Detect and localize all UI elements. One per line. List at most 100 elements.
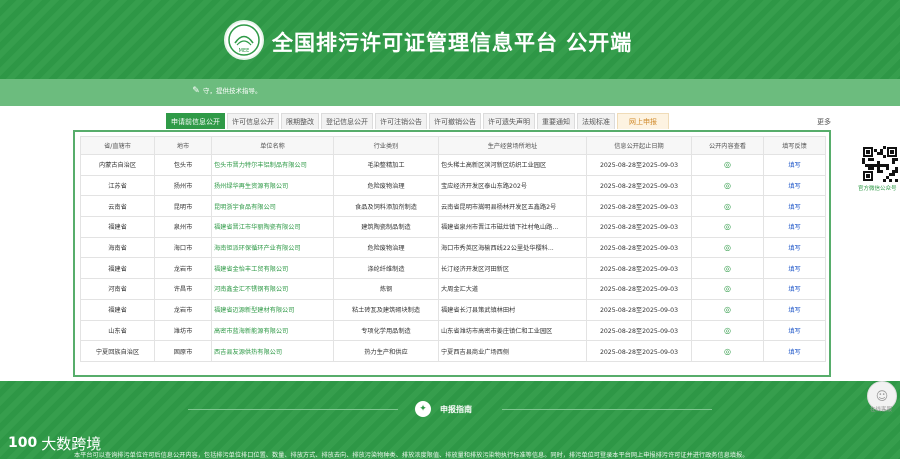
view-icon[interactable]: ◎	[724, 222, 731, 231]
cell-feedback: 填写	[763, 216, 826, 238]
watermark: 100 大数跨境	[8, 431, 101, 455]
cell-feedback: 填写	[763, 340, 826, 362]
fill-feedback-link[interactable]: 填写	[788, 162, 800, 169]
tab-0[interactable]: 申请前信息公开	[166, 113, 225, 129]
qr-label: 官方微信公众号	[858, 186, 897, 192]
cell-feedback: 填写	[763, 278, 826, 300]
tab-7[interactable]: 重要通知	[537, 113, 575, 129]
guide-divider-right	[502, 409, 712, 410]
cell-address: 大周金汇大道	[438, 278, 587, 300]
cell-view[interactable]: ◎	[691, 195, 764, 218]
cell-feedback: 填写	[763, 236, 826, 259]
watermark-text: 大数跨境	[41, 434, 102, 453]
cell-company[interactable]: 西吉县友源供热有限公司	[211, 340, 334, 362]
cell-industry: 毛染整精加工	[333, 154, 439, 176]
cell-address: 长汀经济开发区河田新区	[438, 257, 587, 280]
tab-3[interactable]: 登记信息公开	[321, 113, 373, 129]
column-header: 生产经营场所地址	[438, 136, 587, 155]
cell-dates: 2025-08-28至2025-09-03	[586, 257, 692, 280]
column-header: 公开内容查看	[691, 136, 764, 155]
fill-feedback-link[interactable]: 填写	[788, 183, 800, 190]
fill-feedback-link[interactable]: 填写	[788, 328, 800, 335]
more-link[interactable]: 更多	[817, 117, 831, 127]
cell-company[interactable]: 福建省晋江市华丽陶瓷有限公司	[211, 216, 334, 238]
view-icon[interactable]: ◎	[724, 181, 731, 190]
view-icon[interactable]: ◎	[724, 326, 731, 335]
fill-feedback-link[interactable]: 填写	[788, 307, 800, 314]
view-icon[interactable]: ◎	[724, 160, 731, 169]
cell-view[interactable]: ◎	[691, 174, 764, 197]
info-tabs: 申请前信息公开 许可信息公开 限期整改 登记信息公开 许可注销公告 许可撤销公告 许可遗失声…	[166, 113, 669, 130]
tab-4[interactable]: 许可注销公告	[375, 113, 427, 129]
cell-address: 云南省昆明市嵩明县杨林开发区五鑫路2号	[438, 195, 587, 218]
mee-logo-icon[interactable]: MEE	[224, 20, 264, 60]
cell-province: 云南省	[80, 195, 155, 218]
cell-view[interactable]: ◎	[691, 154, 764, 176]
cell-view[interactable]: ◎	[691, 236, 764, 259]
fill-feedback-link[interactable]: 填写	[788, 245, 800, 252]
cell-city: 泉州市	[154, 216, 212, 238]
cell-address: 宝应经济开发区泰山东路202号	[438, 174, 587, 197]
fill-feedback-link[interactable]: 填写	[788, 224, 800, 231]
table-row: 宁夏回族自治区 固原市 西吉县友源供热有限公司 热力生产和供应 宁夏西吉县商业广场西侧 2…	[80, 340, 826, 362]
cell-company[interactable]: 高密市蓝海新能源有限公司	[211, 319, 334, 342]
cell-province: 海南省	[80, 236, 155, 259]
notice-bar	[0, 79, 900, 106]
cell-view[interactable]: ◎	[691, 278, 764, 300]
cell-feedback: 填写	[763, 154, 826, 176]
cell-company[interactable]: 包头市晋力特尔丰铝制品有限公司	[211, 154, 334, 176]
guide-title[interactable]: 申报指南	[440, 404, 472, 415]
fill-feedback-link[interactable]: 填写	[788, 349, 800, 356]
cell-city: 许昌市	[154, 278, 212, 300]
table-row: 山东省 潍坊市 高密市蓝海新能源有限公司 专项化学用品制造 山东省潍坊市高密市姜庄镇仁和…	[80, 319, 826, 342]
cell-province: 福建省	[80, 298, 155, 321]
cell-province: 内蒙古自治区	[80, 154, 155, 176]
cell-view[interactable]: ◎	[691, 216, 764, 238]
cell-view[interactable]: ◎	[691, 340, 764, 362]
view-icon[interactable]: ◎	[724, 347, 731, 356]
cell-dates: 2025-08-28至2025-09-03	[586, 236, 692, 259]
tab-8[interactable]: 法规标准	[577, 113, 615, 129]
cell-view[interactable]: ◎	[691, 298, 764, 321]
cell-dates: 2025-08-28至2025-09-03	[586, 174, 692, 197]
cell-dates: 2025-08-28至2025-09-03	[586, 298, 692, 321]
cell-dates: 2025-08-28至2025-09-03	[586, 278, 692, 300]
cell-dates: 2025-08-28至2025-09-03	[586, 216, 692, 238]
table-row: 福建省 龙岩市 福建省迈源新型建材有限公司 粘土砖瓦及建筑砌块制造 福建省长汀县策武镇林…	[80, 298, 826, 321]
cell-company[interactable]: 河南鑫金汇不锈钢有限公司	[211, 278, 334, 300]
logo-emblem: MEE	[228, 24, 260, 56]
column-header: 信息公开起止日期	[586, 136, 692, 155]
qr-icon	[862, 146, 898, 182]
cell-company[interactable]: 海南钜派环保循环产业有限公司	[211, 236, 334, 259]
table-row: 海南省 海口市 海南钜派环保循环产业有限公司 危险废物治理 海口市秀英区海榆西线22公里…	[80, 236, 826, 259]
logo-text: MEE	[239, 48, 250, 54]
table-row: 江苏省 扬州市 扬州绿华再生资源有限公司 危险废物治理 宝应经济开发区泰山东路202号 2…	[80, 174, 826, 197]
tab-9[interactable]: 网上申报	[617, 113, 669, 129]
cell-company[interactable]: 昆明浙宇食品有限公司	[211, 195, 334, 218]
cell-company[interactable]: 福建省迈源新型建材有限公司	[211, 298, 334, 321]
cell-view[interactable]: ◎	[691, 319, 764, 342]
cell-province: 福建省	[80, 257, 155, 280]
fill-feedback-link[interactable]: 填写	[788, 204, 800, 211]
view-icon[interactable]: ◎	[724, 243, 731, 252]
view-icon[interactable]: ◎	[724, 305, 731, 314]
cell-view[interactable]: ◎	[691, 257, 764, 280]
cell-industry: 食品及饲料添加剂制造	[333, 195, 439, 218]
customer-service-label[interactable]: 在线客服	[870, 405, 892, 413]
column-header: 地市	[154, 136, 212, 155]
view-icon[interactable]: ◎	[724, 202, 731, 211]
cell-company[interactable]: 扬州绿华再生资源有限公司	[211, 174, 334, 197]
fill-feedback-link[interactable]: 填写	[788, 286, 800, 293]
cell-company[interactable]: 福建省金怡丰工贸有限公司	[211, 257, 334, 280]
tab-6[interactable]: 许可遗失声明	[483, 113, 535, 129]
tab-2[interactable]: 限期整改	[281, 113, 319, 129]
table-header-row: 省/直辖市 地市 单位名称 行业类别 生产经营场所地址 信息公开起止日期 公开内容查看 填写反…	[80, 136, 826, 155]
cell-address: 山东省潍坊市高密市姜庄镇仁和工业园区	[438, 319, 587, 342]
tab-1[interactable]: 许可信息公开	[227, 113, 279, 129]
cell-industry: 专项化学用品制造	[333, 319, 439, 342]
tab-5[interactable]: 许可撤销公告	[429, 113, 481, 129]
cell-dates: 2025-08-28至2025-09-03	[586, 340, 692, 362]
view-icon[interactable]: ◎	[724, 284, 731, 293]
view-icon[interactable]: ◎	[724, 264, 731, 273]
fill-feedback-link[interactable]: 填写	[788, 266, 800, 273]
